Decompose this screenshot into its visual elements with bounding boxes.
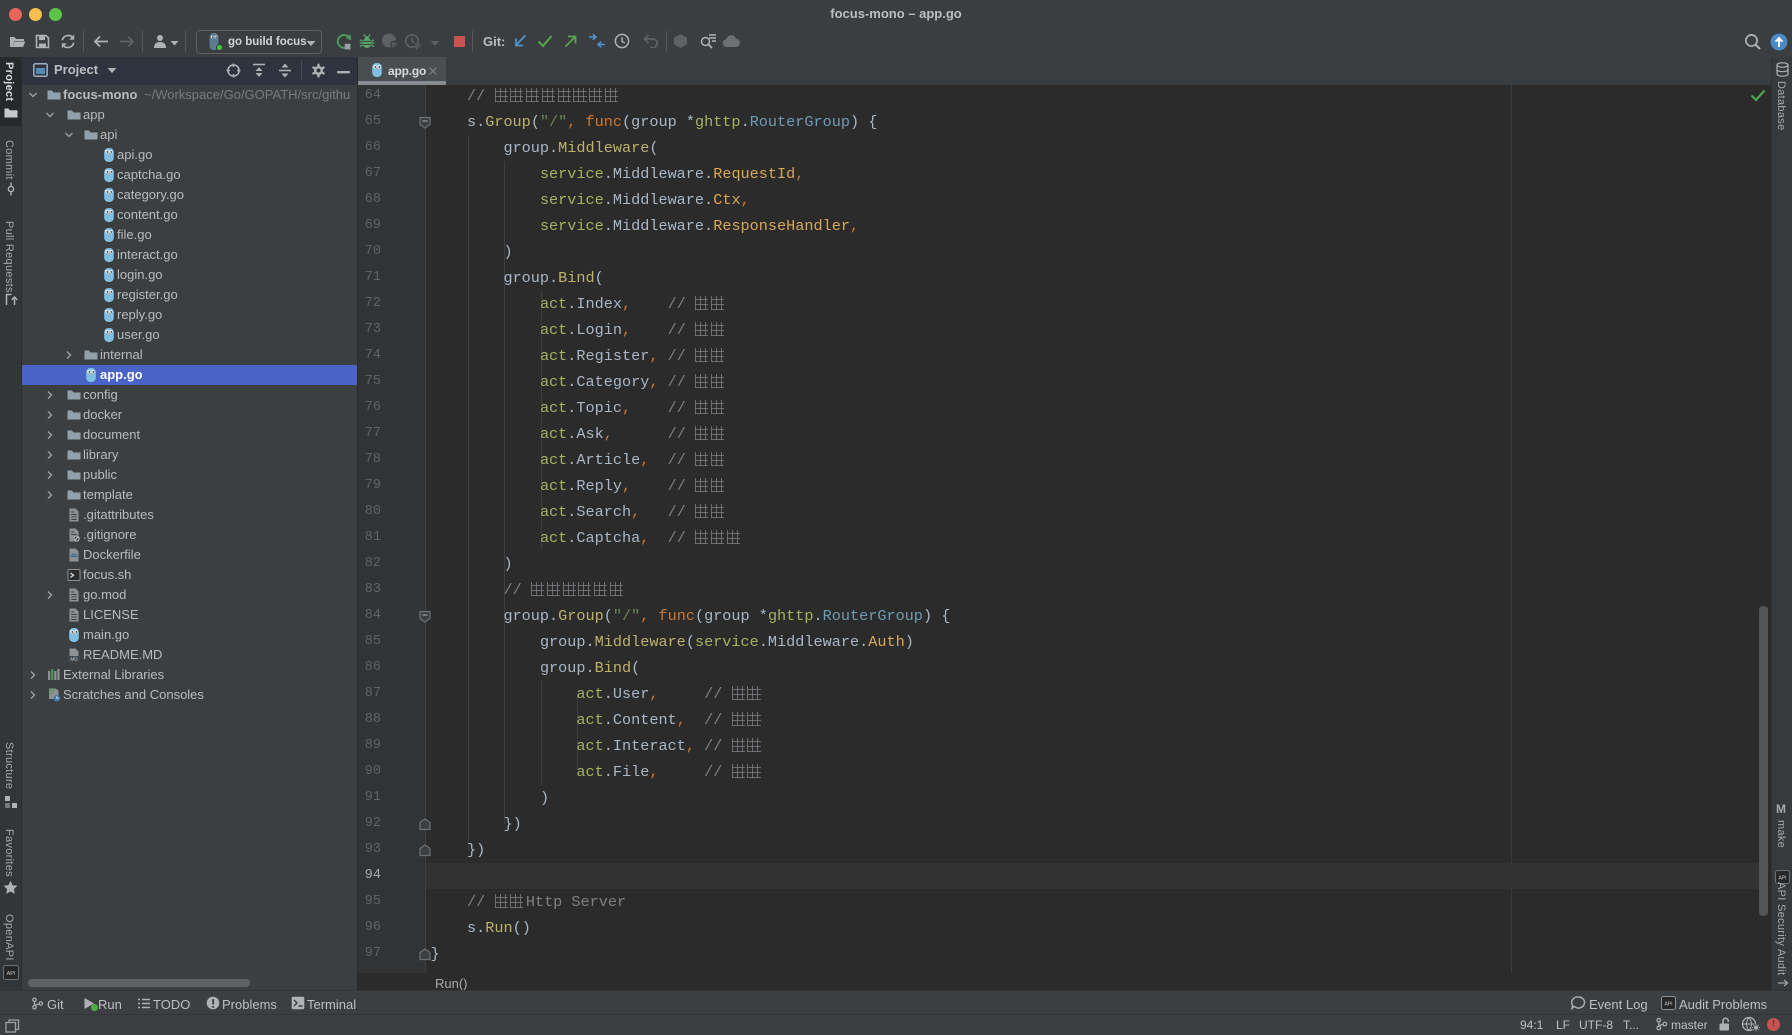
svg-text:MD: MD <box>71 656 79 661</box>
svg-text:API: API <box>1664 1002 1672 1008</box>
svg-text:API: API <box>1778 876 1786 882</box>
svg-text:API: API <box>7 971 16 977</box>
